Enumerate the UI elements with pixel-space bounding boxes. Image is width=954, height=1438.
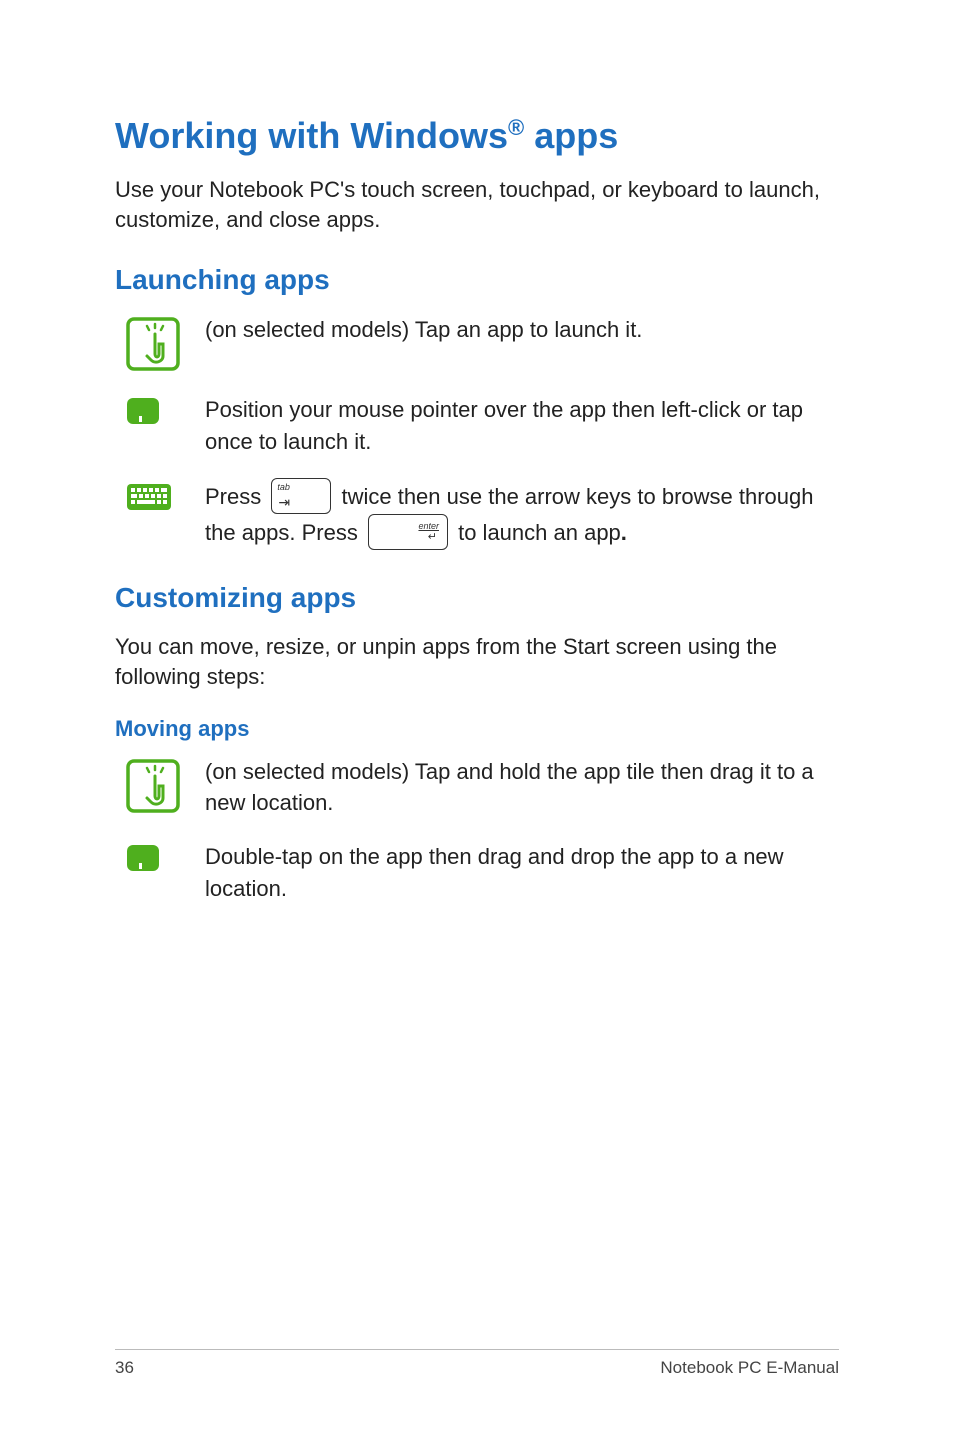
launching-touchpad-text: Position your mouse pointer over the app… bbox=[205, 394, 839, 458]
moving-touch-text: (on selected models) Tap and hold the ap… bbox=[205, 756, 839, 820]
launching-heading: Launching apps bbox=[115, 264, 839, 296]
keyboard-icon-cell bbox=[115, 480, 205, 512]
touchpad-icon bbox=[125, 843, 161, 873]
page-content: Working with Windows® apps Use your Note… bbox=[0, 0, 954, 905]
keyboard-icon bbox=[125, 482, 173, 512]
customizing-intro: You can move, resize, or unpin apps from… bbox=[115, 632, 839, 691]
enter-key-icon bbox=[368, 514, 448, 550]
touch-icon-cell bbox=[115, 314, 205, 372]
page-title: Working with Windows® apps bbox=[115, 115, 839, 157]
launching-keyboard-row: Press twice then use the arrow keys to b… bbox=[115, 480, 839, 552]
touch-screen-icon bbox=[125, 316, 181, 372]
launching-keyboard-text: Press twice then use the arrow keys to b… bbox=[205, 480, 839, 552]
title-suffix: apps bbox=[524, 115, 618, 156]
launching-touch-row: (on selected models) Tap an app to launc… bbox=[115, 314, 839, 372]
kb-part1: Press bbox=[205, 484, 267, 509]
touch-icon-cell-2 bbox=[115, 756, 205, 814]
kb-period: . bbox=[621, 520, 627, 545]
launching-touchpad-row: Position your mouse pointer over the app… bbox=[115, 394, 839, 458]
touch-screen-icon bbox=[125, 758, 181, 814]
moving-touchpad-row: Double-tap on the app then drag and drop… bbox=[115, 841, 839, 905]
kb-part3: to launch an app bbox=[452, 520, 621, 545]
touchpad-icon bbox=[125, 396, 161, 426]
moving-heading: Moving apps bbox=[115, 716, 839, 742]
title-prefix: Working with Windows bbox=[115, 115, 508, 156]
touchpad-icon-cell bbox=[115, 394, 205, 426]
touchpad-icon-cell-2 bbox=[115, 841, 205, 873]
tab-key-icon bbox=[271, 478, 331, 514]
page-footer: 36 Notebook PC E-Manual bbox=[115, 1349, 839, 1378]
page-number: 36 bbox=[115, 1358, 134, 1378]
registered-mark: ® bbox=[508, 115, 524, 140]
customizing-heading: Customizing apps bbox=[115, 582, 839, 614]
moving-touch-row: (on selected models) Tap and hold the ap… bbox=[115, 756, 839, 820]
moving-touchpad-text: Double-tap on the app then drag and drop… bbox=[205, 841, 839, 905]
launching-touch-text: (on selected models) Tap an app to launc… bbox=[205, 314, 839, 346]
manual-title: Notebook PC E-Manual bbox=[660, 1358, 839, 1378]
intro-text: Use your Notebook PC's touch screen, tou… bbox=[115, 175, 839, 234]
